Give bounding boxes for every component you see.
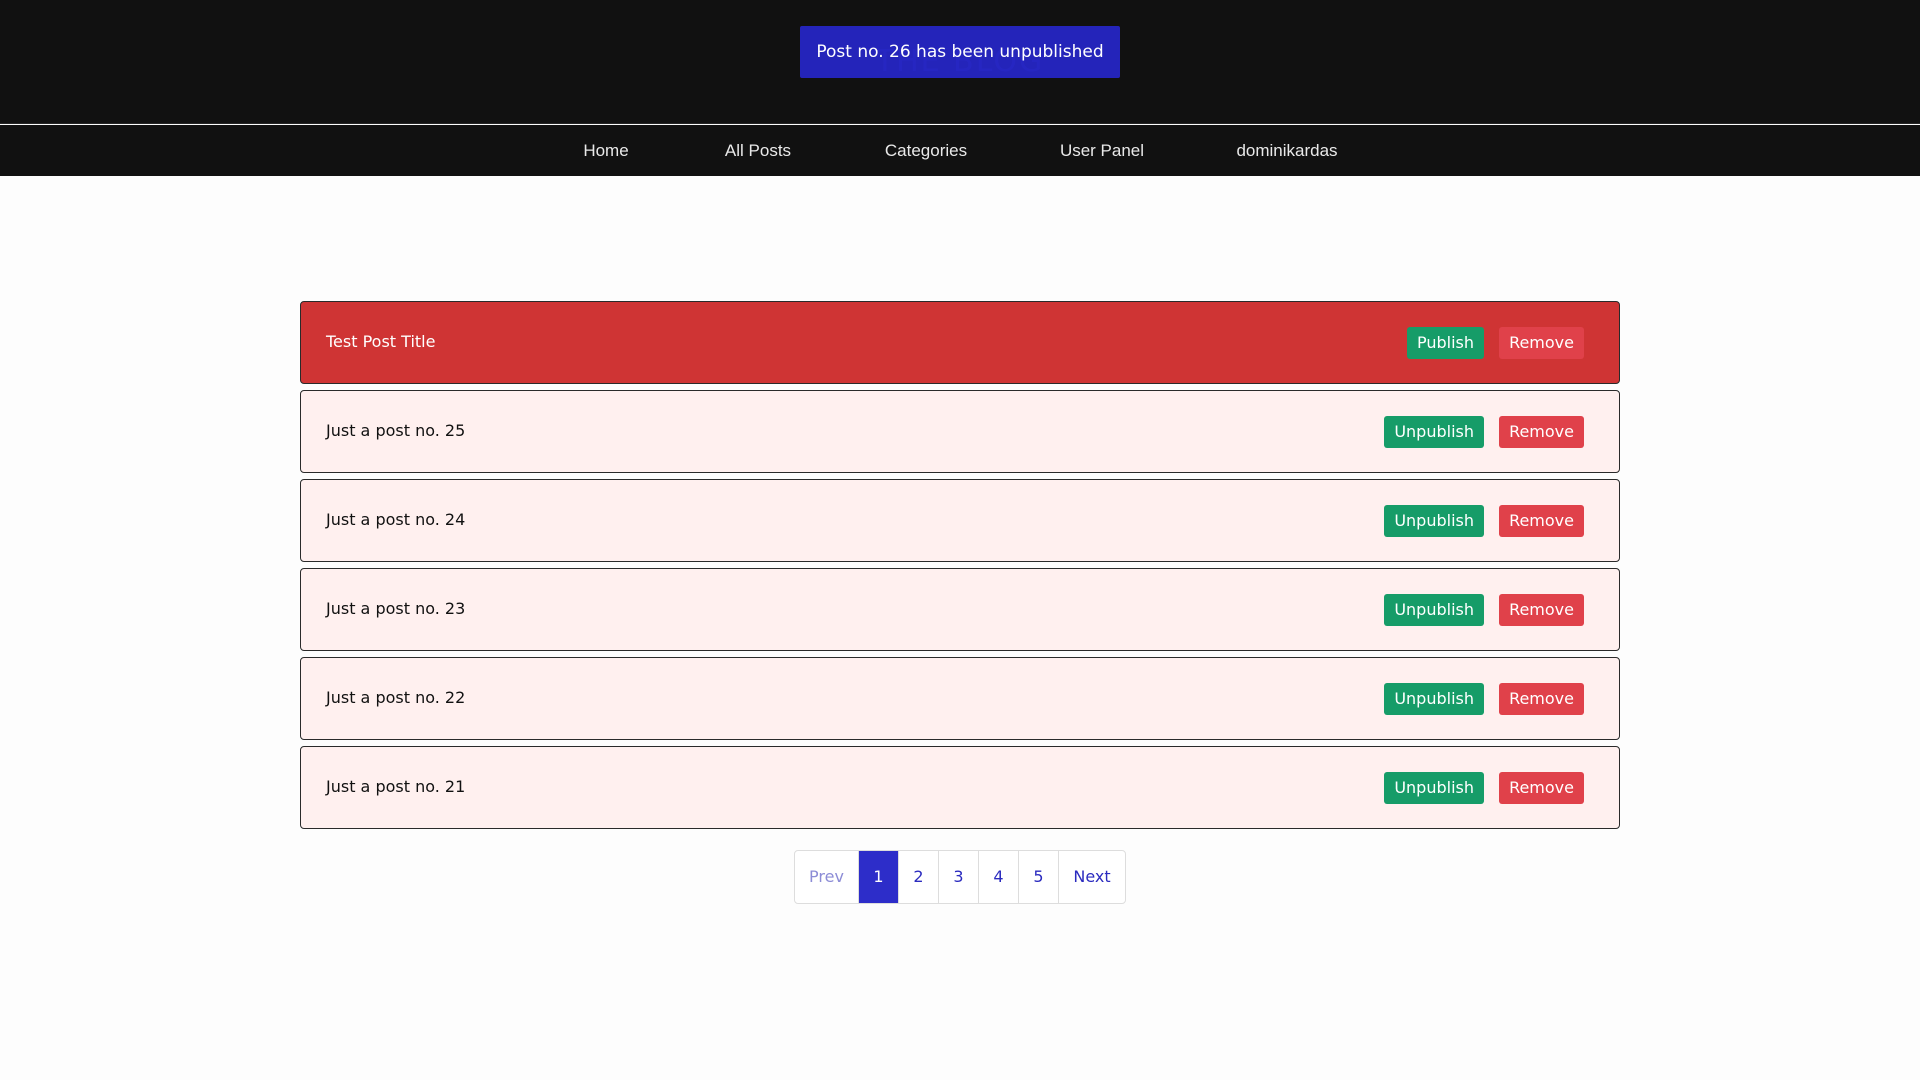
remove-button[interactable]: Remove xyxy=(1499,683,1584,715)
post-title[interactable]: Just a post no. 22 xyxy=(326,658,465,738)
pagination-next-button[interactable]: Next xyxy=(1059,851,1125,903)
nav-item-categories[interactable]: Categories xyxy=(885,125,967,176)
remove-button[interactable]: Remove xyxy=(1499,594,1584,626)
pagination: Prev 1 2 3 4 5 Next xyxy=(794,850,1126,904)
unpublish-button[interactable]: Unpublish xyxy=(1384,683,1484,715)
remove-button[interactable]: Remove xyxy=(1499,327,1584,359)
post-title[interactable]: Just a post no. 25 xyxy=(326,391,465,471)
unpublish-button[interactable]: Unpublish xyxy=(1384,594,1484,626)
unpublish-button[interactable]: Unpublish xyxy=(1384,505,1484,537)
post-title[interactable]: Test Post Title xyxy=(326,302,435,382)
nav-item-all-posts[interactable]: All Posts xyxy=(725,125,791,176)
post-title[interactable]: Just a post no. 24 xyxy=(326,480,465,560)
pagination-page-5[interactable]: 5 xyxy=(1019,851,1059,903)
post-list: Test Post Title Publish Remove Just a po… xyxy=(300,301,1620,835)
remove-button[interactable]: Remove xyxy=(1499,505,1584,537)
post-card: Just a post no. 25 Unpublish Remove xyxy=(300,390,1620,473)
nav-item-user-panel[interactable]: User Panel xyxy=(1060,125,1144,176)
main-nav: Home All Posts Categories User Panel dom… xyxy=(0,125,1920,176)
unpublish-button[interactable]: Unpublish xyxy=(1384,416,1484,448)
post-title[interactable]: Just a post no. 23 xyxy=(326,569,465,649)
nav-item-username[interactable]: dominikardas xyxy=(1236,125,1337,176)
unpublish-button[interactable]: Unpublish xyxy=(1384,772,1484,804)
post-card: Just a post no. 24 Unpublish Remove xyxy=(300,479,1620,562)
pagination-page-2[interactable]: 2 xyxy=(899,851,939,903)
post-card: Just a post no. 22 Unpublish Remove xyxy=(300,657,1620,740)
pagination-page-1[interactable]: 1 xyxy=(859,851,899,903)
post-card: Test Post Title Publish Remove xyxy=(300,301,1620,384)
post-title[interactable]: Just a post no. 21 xyxy=(326,747,465,827)
site-header: THE BLOG Post no. 26 has been unpublishe… xyxy=(0,0,1920,124)
remove-button[interactable]: Remove xyxy=(1499,416,1584,448)
publish-button[interactable]: Publish xyxy=(1406,327,1484,359)
post-card: Just a post no. 23 Unpublish Remove xyxy=(300,568,1620,651)
post-card: Just a post no. 21 Unpublish Remove xyxy=(300,746,1620,829)
nav-item-home[interactable]: Home xyxy=(583,125,628,176)
pagination-prev-button[interactable]: Prev xyxy=(795,851,859,903)
remove-button[interactable]: Remove xyxy=(1499,772,1584,804)
pagination-page-3[interactable]: 3 xyxy=(939,851,979,903)
pagination-page-4[interactable]: 4 xyxy=(979,851,1019,903)
notification-toast: Post no. 26 has been unpublished xyxy=(800,26,1120,78)
